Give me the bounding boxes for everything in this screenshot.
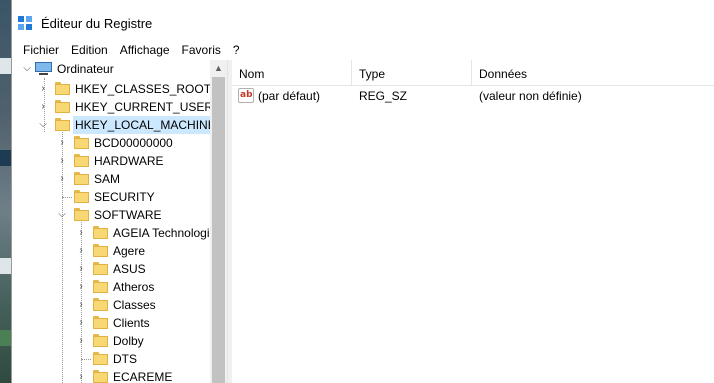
tree-node-clients[interactable]: › Clients <box>12 314 210 332</box>
tree-node-label: BCD00000000 <box>94 136 173 150</box>
menu-help[interactable]: ? <box>227 40 246 60</box>
folder-icon <box>55 100 70 113</box>
tree-node-hkcu[interactable]: › HKEY_CURRENT_USER <box>12 98 213 116</box>
chevron-right-icon[interactable]: › <box>76 242 86 260</box>
folder-icon <box>93 334 108 347</box>
chevron-down-icon[interactable]: ⌵ <box>57 206 67 224</box>
folder-icon <box>55 118 70 131</box>
chevron-right-icon[interactable]: › <box>57 170 67 188</box>
tree-node-label: ECAREME <box>113 370 173 383</box>
tree-node-label: Classes <box>113 298 156 312</box>
tree-node-label: HKEY_CLASSES_ROOT <box>75 82 212 96</box>
tree-node-sam[interactable]: › SAM <box>12 170 210 188</box>
menu-favoris[interactable]: Favoris <box>176 40 227 60</box>
tree-node-label: SAM <box>94 172 121 186</box>
folder-icon <box>93 316 108 329</box>
tree-node-security[interactable]: SECURITY <box>12 188 210 206</box>
registry-editor-window: Éditeur du Registre Fichier Edition Affi… <box>11 0 714 383</box>
folder-icon <box>74 136 89 149</box>
value-data: (valeur non définie) <box>479 89 582 103</box>
title-bar[interactable]: Éditeur du Registre <box>12 0 714 40</box>
tree-node-label: Atheros <box>113 280 155 294</box>
folder-icon <box>93 352 108 365</box>
computer-icon <box>35 62 52 76</box>
tree-node-ecareme[interactable]: › ECAREME <box>12 368 210 383</box>
tree-node-label: Dolby <box>113 334 144 348</box>
tree-node-dolby[interactable]: › Dolby <box>12 332 210 350</box>
folder-icon <box>74 190 89 203</box>
desktop-fragment <box>0 330 11 346</box>
tree-node-asus[interactable]: › ASUS <box>12 260 210 278</box>
list-item[interactable]: ab (par défaut) REG_SZ (valeur non défin… <box>232 86 714 106</box>
tree-node-ordinateur[interactable]: ⌵ Ordinateur <box>12 60 210 78</box>
folder-icon <box>93 298 108 311</box>
value-type: REG_SZ <box>359 89 408 103</box>
list-header: Nom Type Données <box>232 60 714 86</box>
string-value-icon: ab <box>238 88 254 103</box>
window-title: Éditeur du Registre <box>41 16 153 31</box>
desktop-fragment <box>0 258 11 274</box>
tree-node-agere[interactable]: › Agere <box>12 242 210 260</box>
desktop-fragment <box>0 58 11 74</box>
scroll-thumb[interactable] <box>212 77 225 383</box>
folder-icon <box>93 244 108 257</box>
chevron-right-icon[interactable]: › <box>57 134 67 152</box>
chevron-right-icon[interactable]: › <box>76 368 86 383</box>
desktop-fragment <box>0 150 11 166</box>
chevron-down-icon[interactable]: ⌵ <box>38 116 48 134</box>
tree-node-label: ASUS <box>113 262 146 276</box>
folder-icon <box>55 82 70 95</box>
folder-icon <box>93 280 108 293</box>
tree-node-label: Ordinateur <box>57 62 114 76</box>
tree-node-label: AGEIA Technologi <box>113 226 210 240</box>
folder-icon <box>93 262 108 275</box>
tree-node-label: HARDWARE <box>94 154 164 168</box>
tree-node-label: DTS <box>113 352 137 366</box>
folder-icon <box>74 154 89 167</box>
chevron-right-icon[interactable]: › <box>76 296 86 314</box>
chevron-right-icon[interactable]: › <box>57 152 67 170</box>
chevron-right-icon[interactable]: › <box>38 80 48 98</box>
chevron-right-icon[interactable]: › <box>38 98 48 116</box>
scroll-up-arrow-icon[interactable]: ▲ <box>210 60 227 77</box>
column-header-donnees[interactable]: Données <box>472 60 714 86</box>
menu-fichier[interactable]: Fichier <box>17 40 65 60</box>
chevron-down-icon[interactable]: ⌵ <box>22 60 32 78</box>
folder-icon <box>74 172 89 185</box>
tree-node-label: Agere <box>113 244 146 258</box>
chevron-right-icon[interactable]: › <box>76 224 86 242</box>
column-header-nom[interactable]: Nom <box>232 60 352 86</box>
folder-icon <box>93 226 108 239</box>
chevron-right-icon[interactable]: › <box>76 332 86 350</box>
folder-icon <box>93 370 108 383</box>
tree-node-label: HKEY_LOCAL_MACHINE <box>73 116 218 134</box>
menu-bar: Fichier Edition Affichage Favoris ? <box>12 40 714 60</box>
menu-edition[interactable]: Edition <box>65 40 114 60</box>
chevron-right-icon[interactable]: › <box>76 278 86 296</box>
tree-node-label: Clients <box>113 316 150 330</box>
desktop-background <box>0 0 11 383</box>
values-list[interactable]: Nom Type Données ab (par défaut) REG_SZ … <box>232 60 714 383</box>
chevron-right-icon[interactable]: › <box>76 260 86 278</box>
tree-node-classes[interactable]: › Classes <box>12 296 210 314</box>
tree-node-dts[interactable]: DTS <box>12 350 210 368</box>
menu-affichage[interactable]: Affichage <box>114 40 176 60</box>
tree-node-atheros[interactable]: › Atheros <box>12 278 210 296</box>
registry-tree[interactable]: ⌵ Ordinateur › HKEY_CLASSES_ROOT › HKEY_… <box>12 60 227 383</box>
registry-editor-icon <box>18 16 34 32</box>
folder-icon <box>74 208 89 221</box>
tree-node-label: SECURITY <box>94 190 155 204</box>
tree-node-hkcr[interactable]: › HKEY_CLASSES_ROOT <box>12 80 212 98</box>
tree-node-hklm[interactable]: ⌵ HKEY_LOCAL_MACHINE <box>12 116 218 134</box>
chevron-right-icon[interactable]: › <box>76 314 86 332</box>
tree-node-hardware[interactable]: › HARDWARE <box>12 152 210 170</box>
tree-node-label: SOFTWARE <box>94 208 162 222</box>
value-name: (par défaut) <box>258 89 321 103</box>
tree-node-bcd[interactable]: › BCD00000000 <box>12 134 210 152</box>
tree-node-label: HKEY_CURRENT_USER <box>75 100 214 114</box>
tree-scrollbar[interactable]: ▲ <box>210 60 227 383</box>
tree-node-ageia[interactable]: › AGEIA Technologi <box>12 224 210 242</box>
tree-node-software[interactable]: ⌵ SOFTWARE <box>12 206 210 224</box>
column-header-type[interactable]: Type <box>352 60 472 86</box>
